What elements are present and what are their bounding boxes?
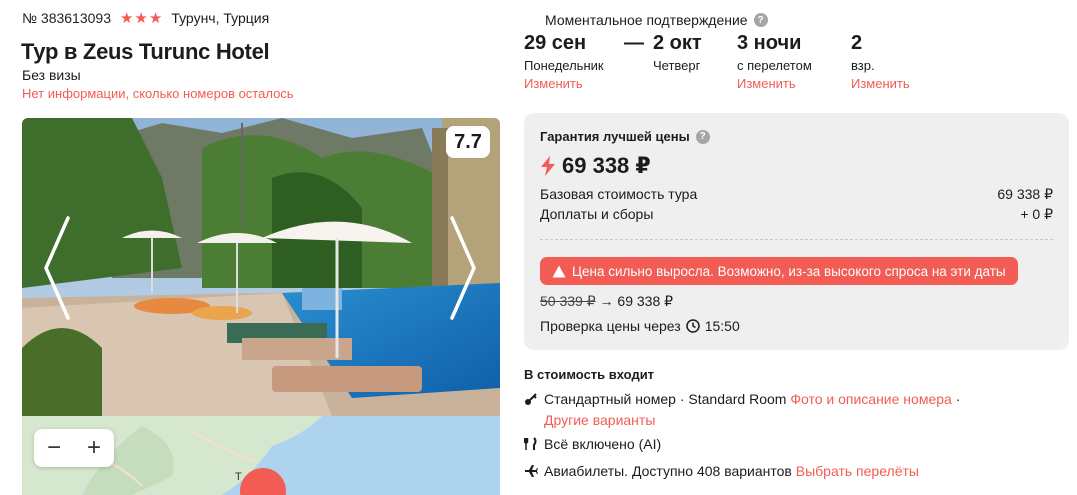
choose-flights-link[interactable]: Выбрать перелёты	[796, 463, 919, 479]
fork-knife-icon	[524, 437, 538, 451]
room-photos-link[interactable]: Фото и описание номера	[790, 391, 951, 407]
divider	[540, 239, 1053, 240]
date-dash: —	[624, 31, 644, 55]
other-variants-row: Другие варианты	[544, 412, 655, 428]
price-check-time: 15:50	[704, 318, 740, 334]
tour-header-line: № 383613093 ★★★ Турунч, Турция	[22, 9, 269, 27]
weekday-from: Понедельник	[524, 58, 604, 73]
old-price: 50 339 ₽	[540, 293, 596, 309]
change-guests-link[interactable]: Изменить	[851, 76, 910, 91]
price-panel: Гарантия лучшей цены ? 69 338 ₽ Базовая …	[524, 113, 1069, 350]
other-variants-link[interactable]: Другие варианты	[544, 412, 655, 428]
rooms-availability-note: Нет информации, сколько номеров осталось	[22, 86, 294, 101]
total-price-value: 69 338 ₽	[562, 153, 651, 178]
fees-row: Доплаты и сборы + 0 ₽	[540, 206, 1053, 223]
meal-text: Всё включено (AI)	[544, 436, 662, 452]
base-price-row: Базовая стоимость тура 69 338 ₽	[540, 186, 1053, 203]
hotel-photo	[22, 118, 500, 416]
included-flights: Авиабилеты. Доступно 408 вариантов Выбра…	[524, 463, 919, 479]
date-from: 29 сен	[524, 32, 587, 54]
nights-block: 3 ночи с перелетом Изменить	[737, 31, 812, 91]
date-range-dash: —	[624, 32, 644, 54]
change-nights-link[interactable]: Изменить	[737, 76, 812, 91]
date-to-block: 2 окт Четверг	[653, 31, 702, 73]
instant-confirmation-label: Моментальное подтверждение	[545, 12, 748, 28]
page-title: Тур в Zeus Turunc Hotel	[21, 39, 270, 64]
room-text: Стандартный номер · Standard Room	[544, 391, 787, 407]
base-price-label: Базовая стоимость тура	[540, 186, 698, 202]
date-to: 2 окт	[653, 32, 702, 54]
guarantee-label: Гарантия лучшей цены	[540, 129, 690, 144]
included-title: В стоимость входит	[524, 367, 655, 382]
price-increase-text: Цена сильно выросла. Возможно, из-за выс…	[572, 263, 1006, 279]
change-dates-link[interactable]: Изменить	[524, 76, 604, 91]
nights-count: 3 ночи	[737, 32, 802, 54]
help-icon[interactable]: ?	[695, 129, 710, 144]
fees-label: Доплаты и сборы	[540, 206, 654, 222]
zoom-in-button[interactable]: +	[74, 429, 114, 467]
date-from-block: 29 сен Понедельник Изменить	[524, 31, 604, 91]
base-price-value: 69 338 ₽	[997, 186, 1053, 202]
room-dot: ·	[955, 391, 961, 407]
warning-icon	[552, 265, 566, 277]
adults-subtitle: взр.	[851, 58, 875, 73]
instant-confirmation: Моментальное подтверждение ?	[545, 12, 768, 28]
flights-text: Авиабилеты. Доступно 408 вариантов	[544, 463, 792, 479]
map-place-label: Т	[235, 471, 242, 483]
map-zoom-control[interactable]: − +	[34, 429, 114, 467]
price-change-arrow: →	[599, 293, 614, 309]
chevron-left-icon	[44, 216, 70, 320]
price-check-label: Проверка цены через	[540, 318, 681, 334]
guests-block: 2 взр. Изменить	[851, 31, 910, 91]
included-meal: Всё включено (AI)	[524, 436, 661, 452]
hotel-map[interactable]: − + Т	[22, 416, 500, 495]
gallery-next-button[interactable]	[448, 213, 478, 323]
visa-info: Без визы	[22, 67, 81, 83]
new-price: 69 338 ₽	[617, 293, 674, 309]
price-change: 50 339 ₽ → 69 338 ₽	[540, 293, 1053, 310]
tour-number: № 383613093	[22, 10, 111, 26]
clock-icon	[685, 319, 700, 333]
total-price: 69 338 ₽	[540, 153, 1053, 179]
weekday-to: Четверг	[653, 58, 701, 73]
lightning-icon	[541, 156, 555, 176]
fees-value: + 0 ₽	[1020, 206, 1053, 222]
tour-location: Турунч, Турция	[171, 10, 270, 26]
help-icon[interactable]: ?	[753, 13, 768, 27]
zoom-out-button[interactable]: −	[34, 429, 74, 467]
chevron-right-icon	[450, 216, 476, 320]
price-check-timer: Проверка цены через 15:50	[540, 318, 1053, 334]
best-price-guarantee: Гарантия лучшей цены ?	[540, 129, 1053, 144]
gallery-prev-button[interactable]	[42, 213, 72, 323]
key-icon	[524, 392, 538, 406]
plane-icon	[524, 464, 538, 478]
included-room: Стандартный номер · Standard Room Фото и…	[524, 391, 960, 407]
price-increase-alert: Цена сильно выросла. Возможно, из-за выс…	[540, 257, 1018, 285]
hotel-rating-badge: 7.7	[446, 126, 490, 158]
nights-subtitle: с перелетом	[737, 58, 812, 73]
hotel-photo-gallery[interactable]: 7.7	[22, 118, 500, 416]
hotel-stars: ★★★	[119, 10, 164, 27]
adults-count: 2	[851, 32, 863, 54]
